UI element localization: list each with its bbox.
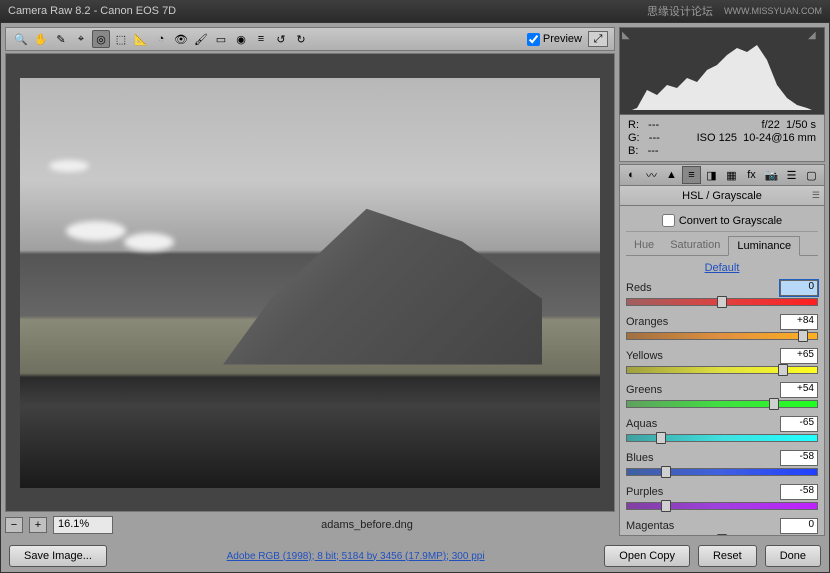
slider-label: Blues	[626, 452, 654, 464]
slider-label: Greens	[626, 384, 662, 396]
photo-canvas	[20, 78, 600, 488]
rotate-cw-icon[interactable]: ↻	[292, 30, 310, 48]
filename-label: adams_before.dng	[119, 519, 615, 531]
slider-label: Magentas	[626, 520, 674, 532]
slider-value-input[interactable]: +84	[780, 314, 818, 330]
slider-label: Oranges	[626, 316, 668, 328]
split-tone-tab-icon[interactable]: ◨	[702, 166, 721, 184]
image-preview[interactable]	[5, 53, 615, 512]
rotate-ccw-icon[interactable]: ↺	[272, 30, 290, 48]
zoom-value[interactable]: 16.1%	[53, 516, 113, 534]
slider-label: Reds	[626, 282, 652, 294]
slider-aquas: Aquas -65	[626, 416, 818, 444]
lens-tab-icon[interactable]: ▦	[722, 166, 741, 184]
slider-track[interactable]	[626, 332, 818, 342]
hsl-panel: Convert to Grayscale Hue Saturation Lumi…	[619, 206, 825, 536]
hue-tab[interactable]: Hue	[626, 236, 662, 255]
slider-value-input[interactable]: +65	[780, 348, 818, 364]
slider-value-input[interactable]: 0	[780, 518, 818, 534]
slider-label: Yellows	[626, 350, 663, 362]
slider-reds: Reds 0	[626, 280, 818, 308]
grayscale-label: Convert to Grayscale	[679, 215, 782, 227]
targeted-adjust-icon[interactable]: ◎	[92, 30, 110, 48]
slider-value-input[interactable]: -58	[780, 484, 818, 500]
slider-yellows: Yellows +65	[626, 348, 818, 376]
fullscreen-button[interactable]: ⤢	[588, 31, 608, 47]
slider-purples: Purples -58	[626, 484, 818, 512]
effects-tab-icon[interactable]: fx	[742, 166, 761, 184]
preferences-icon[interactable]: ≡	[252, 30, 270, 48]
slider-label: Purples	[626, 486, 663, 498]
straighten-tool-icon[interactable]: 📐	[132, 30, 150, 48]
slider-thumb[interactable]	[778, 364, 788, 376]
adjustment-tabs: ◐ 〰 ▲ ≡ ◨ ▦ fx 📷 ☰ ▢	[619, 164, 825, 186]
watermark: 思缘设计论坛 WWW.MISSYUAN.COM	[647, 3, 822, 19]
calibration-tab-icon[interactable]: 📷	[762, 166, 781, 184]
slider-value-input[interactable]: -65	[780, 416, 818, 432]
slider-thumb[interactable]	[798, 330, 808, 342]
slider-oranges: Oranges +84	[626, 314, 818, 342]
presets-tab-icon[interactable]: ☰	[782, 166, 801, 184]
zoom-out-button[interactable]: −	[5, 517, 23, 533]
workflow-link[interactable]: Adobe RGB (1998); 8 bit; 5184 by 3456 (1…	[107, 551, 604, 562]
zoom-bar: − + 16.1% adams_before.dng	[5, 514, 615, 536]
slider-thumb[interactable]	[717, 296, 727, 308]
slider-track[interactable]	[626, 502, 818, 512]
slider-label: Aquas	[626, 418, 657, 430]
grayscale-checkbox[interactable]	[662, 214, 675, 227]
slider-track[interactable]	[626, 366, 818, 376]
slider-magentas: Magentas 0	[626, 518, 818, 536]
radial-filter-icon[interactable]: ◉	[232, 30, 250, 48]
slider-thumb[interactable]	[717, 534, 727, 536]
adjustment-brush-icon[interactable]: 🖌	[192, 30, 210, 48]
luminance-tab[interactable]: Luminance	[728, 236, 800, 256]
save-image-button[interactable]: Save Image...	[9, 545, 107, 567]
window-title: Camera Raw 8.2 - Canon EOS 7D	[8, 5, 176, 17]
redeye-tool-icon[interactable]: 👁	[172, 30, 190, 48]
exif-info: R: --- G: --- B: --- f/22 1/50 s ISO 125…	[619, 115, 825, 162]
slider-value-input[interactable]: -58	[780, 450, 818, 466]
title-bar: Camera Raw 8.2 - Canon EOS 7D 思缘设计论坛 WWW…	[0, 0, 830, 22]
slider-track[interactable]	[626, 468, 818, 478]
footer: Save Image... Adobe RGB (1998); 8 bit; 5…	[1, 540, 829, 572]
default-link[interactable]: Default	[626, 256, 818, 280]
graduated-filter-icon[interactable]: ▭	[212, 30, 230, 48]
slider-track[interactable]	[626, 400, 818, 410]
done-button[interactable]: Done	[765, 545, 821, 567]
histogram[interactable]: ◣ ◢	[619, 27, 825, 115]
hsl-subtabs: Hue Saturation Luminance	[626, 236, 818, 256]
panel-title: HSL / Grayscale ☰	[619, 186, 825, 206]
saturation-tab[interactable]: Saturation	[662, 236, 728, 255]
slider-greens: Greens +54	[626, 382, 818, 410]
hand-tool-icon[interactable]: ✋	[32, 30, 50, 48]
slider-value-input[interactable]: 0	[780, 280, 818, 296]
hsl-tab-icon[interactable]: ≡	[682, 166, 701, 184]
spot-removal-icon[interactable]: ◔	[152, 30, 170, 48]
zoom-in-button[interactable]: +	[29, 517, 47, 533]
curve-tab-icon[interactable]: 〰	[642, 166, 661, 184]
color-sampler-icon[interactable]: ⌖	[72, 30, 90, 48]
open-copy-button[interactable]: Open Copy	[604, 545, 690, 567]
slider-value-input[interactable]: +54	[780, 382, 818, 398]
slider-track[interactable]	[626, 298, 818, 308]
reset-button[interactable]: Reset	[698, 545, 757, 567]
slider-track[interactable]	[626, 434, 818, 444]
crop-tool-icon[interactable]: ⬚	[112, 30, 130, 48]
preview-checkbox[interactable]: Preview	[527, 33, 582, 46]
white-balance-tool-icon[interactable]: ✎	[52, 30, 70, 48]
slider-thumb[interactable]	[661, 500, 671, 512]
zoom-tool-icon[interactable]: 🔍	[12, 30, 30, 48]
slider-thumb[interactable]	[769, 398, 779, 410]
basic-tab-icon[interactable]: ◐	[622, 166, 641, 184]
detail-tab-icon[interactable]: ▲	[662, 166, 681, 184]
toolbar: 🔍 ✋ ✎ ⌖ ◎ ⬚ 📐 ◔ 👁 🖌 ▭ ◉ ≡ ↺ ↻	[5, 27, 615, 51]
slider-thumb[interactable]	[661, 466, 671, 478]
snapshots-tab-icon[interactable]: ▢	[802, 166, 821, 184]
slider-blues: Blues -58	[626, 450, 818, 478]
panel-menu-icon[interactable]: ☰	[812, 190, 820, 201]
app-window: 🔍 ✋ ✎ ⌖ ◎ ⬚ 📐 ◔ 👁 🖌 ▭ ◉ ≡ ↺ ↻	[0, 22, 830, 573]
slider-thumb[interactable]	[656, 432, 666, 444]
